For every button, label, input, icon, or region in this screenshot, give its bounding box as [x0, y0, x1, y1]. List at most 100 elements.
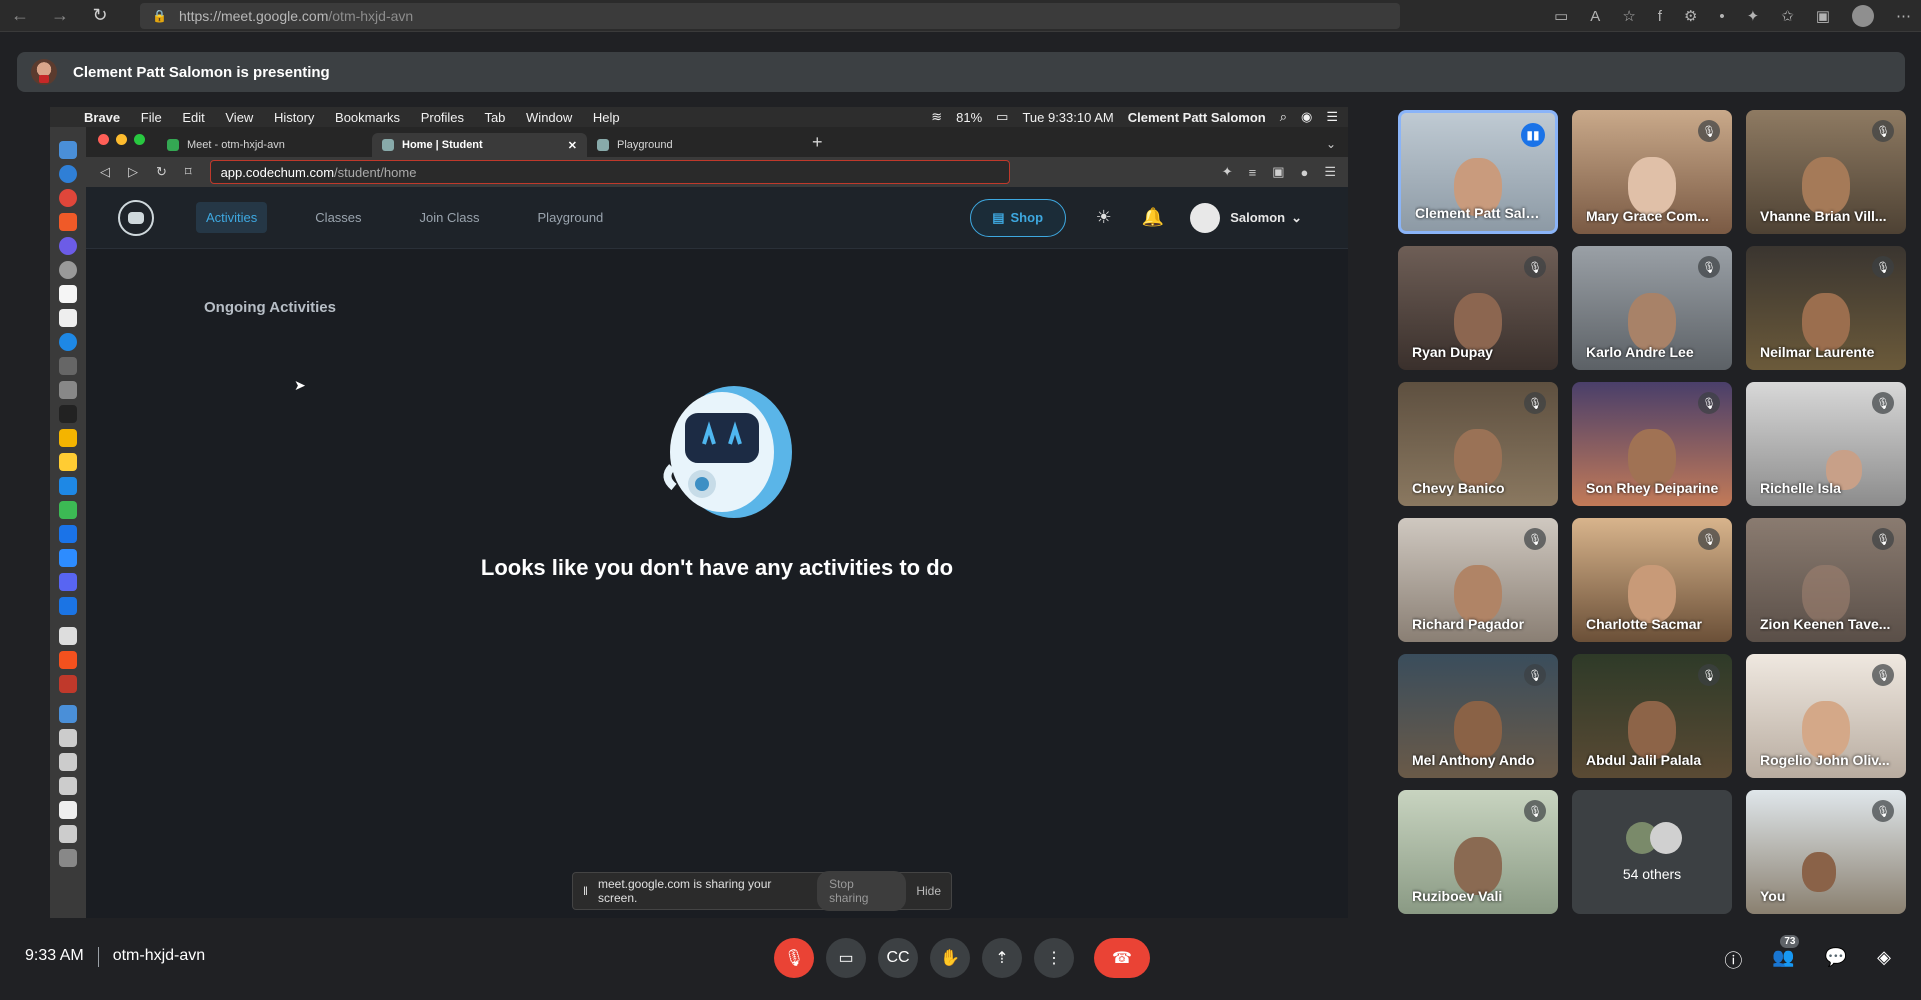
vscode-icon [59, 477, 77, 495]
mic-off-icon: 🎙 [1698, 664, 1720, 686]
notification-bell-icon[interactable]: 🔔 [1142, 207, 1164, 228]
others-tile[interactable]: 54 others [1572, 790, 1732, 914]
extensions-puzzle-icon[interactable]: ✦ [1747, 7, 1760, 25]
meeting-info: 9:33 AM otm-hxjd-avn [25, 947, 205, 967]
participant-tile[interactable]: 🎙 Zion Keenen Tave... [1746, 518, 1906, 642]
bookmark-icon[interactable]: ⌑ [185, 164, 192, 180]
participant-tile[interactable]: 🎙 Charlotte Sacmar [1572, 518, 1732, 642]
info-icon[interactable]: ⓘ [1724, 947, 1742, 973]
more-options-button[interactable]: ⋮ [1034, 938, 1074, 978]
read-aloud-icon[interactable]: A [1590, 8, 1600, 25]
mic-off-icon: 🎙 [1872, 120, 1894, 142]
minimize-window-icon[interactable] [116, 134, 127, 145]
mouse-cursor-icon: ➤ [294, 377, 306, 393]
present-button[interactable]: ⇡ [982, 938, 1022, 978]
participant-tile[interactable]: 🎙 Mel Anthony Ando [1398, 654, 1558, 778]
nav-activities[interactable]: Activities [196, 202, 268, 233]
extension-gear-icon[interactable]: ⚙ [1684, 7, 1697, 25]
close-window-icon[interactable] [98, 134, 109, 145]
arrow-left-icon[interactable]: ← [0, 5, 40, 26]
participant-tile[interactable]: 🎙 Ryan Dupay [1398, 246, 1558, 370]
hide-button[interactable]: Hide [916, 884, 941, 898]
participant-video [1628, 293, 1676, 352]
nav-join-class[interactable]: Join Class [410, 202, 490, 233]
nav-classes[interactable]: Classes [305, 202, 371, 233]
participant-tile[interactable]: 🎙 Abdul Jalil Palala [1572, 654, 1732, 778]
nav-playground[interactable]: Playground [528, 202, 614, 233]
chevron-down-icon[interactable]: ⌄ [1326, 137, 1336, 151]
collections-icon[interactable]: ▣ [1816, 7, 1830, 25]
captions-button[interactable]: CC [878, 938, 918, 978]
meeting-code: otm-hxjd-avn [112, 947, 206, 964]
extension-dot-icon[interactable]: • [1719, 8, 1724, 25]
codechum-logo[interactable] [118, 199, 154, 236]
forward-icon[interactable]: ▷ [128, 164, 138, 180]
participant-tile[interactable]: 🎙 Neilmar Laurente [1746, 246, 1906, 370]
mac-clock: Tue 9:33:10 AM [1022, 109, 1114, 125]
finder-icon [59, 141, 77, 159]
document-icon [59, 825, 77, 843]
address-field[interactable]: app.codechum.com/student/home [209, 160, 1010, 184]
people-icon[interactable]: 👥 73 [1772, 935, 1800, 973]
mic-toggle-button[interactable]: 🎙 [774, 938, 814, 978]
new-tab-icon[interactable]: + [812, 132, 823, 153]
back-icon[interactable]: ◁ [100, 164, 110, 180]
raise-hand-button[interactable]: ✋ [930, 938, 970, 978]
participant-tile[interactable]: 🎙 Son Rhey Deiparine [1572, 382, 1732, 506]
participant-tile[interactable]: ▮▮ Clement Patt Salo... [1398, 110, 1558, 234]
camera-toggle-button[interactable]: ▭ [826, 938, 866, 978]
participant-tile[interactable]: 🎙 Richelle Isla [1746, 382, 1906, 506]
participant-name: Richelle Isla [1760, 480, 1841, 496]
camera-icon[interactable]: ▭ [1554, 7, 1568, 25]
robot-mascot [663, 386, 792, 518]
window-controls [98, 134, 145, 145]
profile-icon[interactable]: ● [1300, 165, 1308, 180]
codechum-favicon-icon [597, 139, 609, 151]
arrow-right-icon[interactable]: → [40, 5, 80, 26]
participant-tile[interactable]: 🎙 You [1746, 790, 1906, 914]
participant-tile[interactable]: 🎙 Mary Grace Com... [1572, 110, 1732, 234]
tab-playground[interactable]: Playground [587, 133, 802, 157]
meeting-time: 9:33 AM [25, 947, 84, 964]
close-tab-icon[interactable]: ✕ [568, 139, 577, 152]
presenting-text: Clement Patt Salomon is presenting [73, 63, 330, 81]
mic-off-icon: 🎙 [1698, 120, 1720, 142]
extensions-icon[interactable]: ✦ [1222, 164, 1233, 180]
menu-item: View [225, 109, 254, 125]
activities-icon[interactable]: ◈ [1877, 947, 1891, 973]
participant-name: Vhanne Brian Vill... [1760, 208, 1887, 224]
profile-avatar[interactable] [1852, 5, 1874, 27]
tab-label: Meet - otm-hxjd-avn [187, 139, 285, 151]
participant-tile[interactable]: 🎙 Vhanne Brian Vill... [1746, 110, 1906, 234]
participant-name: Neilmar Laurente [1760, 344, 1875, 360]
participant-tile[interactable]: 🎙 Richard Pagador [1398, 518, 1558, 642]
favorite-add-icon[interactable]: ☆ [1622, 7, 1635, 25]
menu-icon[interactable]: ☰ [1324, 164, 1336, 180]
reload-icon[interactable]: ↻ [156, 164, 167, 180]
url-bar[interactable]: 🔒 https://meet.google.com/otm-hxjd-avn [140, 2, 1400, 29]
wallet-icon[interactable]: ▣ [1272, 164, 1284, 180]
tab-meet[interactable]: Meet - otm-hxjd-avn [157, 133, 372, 157]
playlist-icon[interactable]: ≡ [1249, 165, 1257, 180]
share-notice-text: meet.google.com is sharing your screen. [597, 877, 772, 905]
mac-user: Clement Patt Salomon [1127, 109, 1266, 125]
participant-tile[interactable]: 🎙 Rogelio John Oliv... [1746, 654, 1906, 778]
participant-tile[interactable]: 🎙 Chevy Banico [1398, 382, 1558, 506]
theme-sun-icon[interactable]: ☀ [1096, 207, 1112, 228]
leave-call-button[interactable]: ☎ [1094, 938, 1150, 978]
more-menu-icon[interactable]: ⋯ [1896, 7, 1911, 25]
tab-home-student[interactable]: Home | Student ✕ [372, 133, 587, 157]
app-icon [59, 597, 77, 615]
user-menu[interactable]: Salomon ⌄ [1190, 202, 1302, 233]
favorites-icon[interactable]: ✩ [1781, 7, 1794, 25]
extension-formula-icon[interactable]: f [1658, 8, 1662, 25]
menu-item: File [140, 109, 162, 125]
folder-icon [59, 705, 77, 723]
shop-button[interactable]: ▤ Shop [969, 198, 1066, 237]
chat-icon[interactable]: 💬 [1825, 947, 1847, 973]
stop-sharing-button[interactable]: Stop sharing [817, 871, 907, 911]
participant-tile[interactable]: 🎙 Ruziboev Vali [1398, 790, 1558, 914]
reload-icon[interactable]: ↻ [80, 5, 120, 26]
zoom-window-icon[interactable] [134, 134, 145, 145]
participant-tile[interactable]: 🎙 Karlo Andre Lee [1572, 246, 1732, 370]
